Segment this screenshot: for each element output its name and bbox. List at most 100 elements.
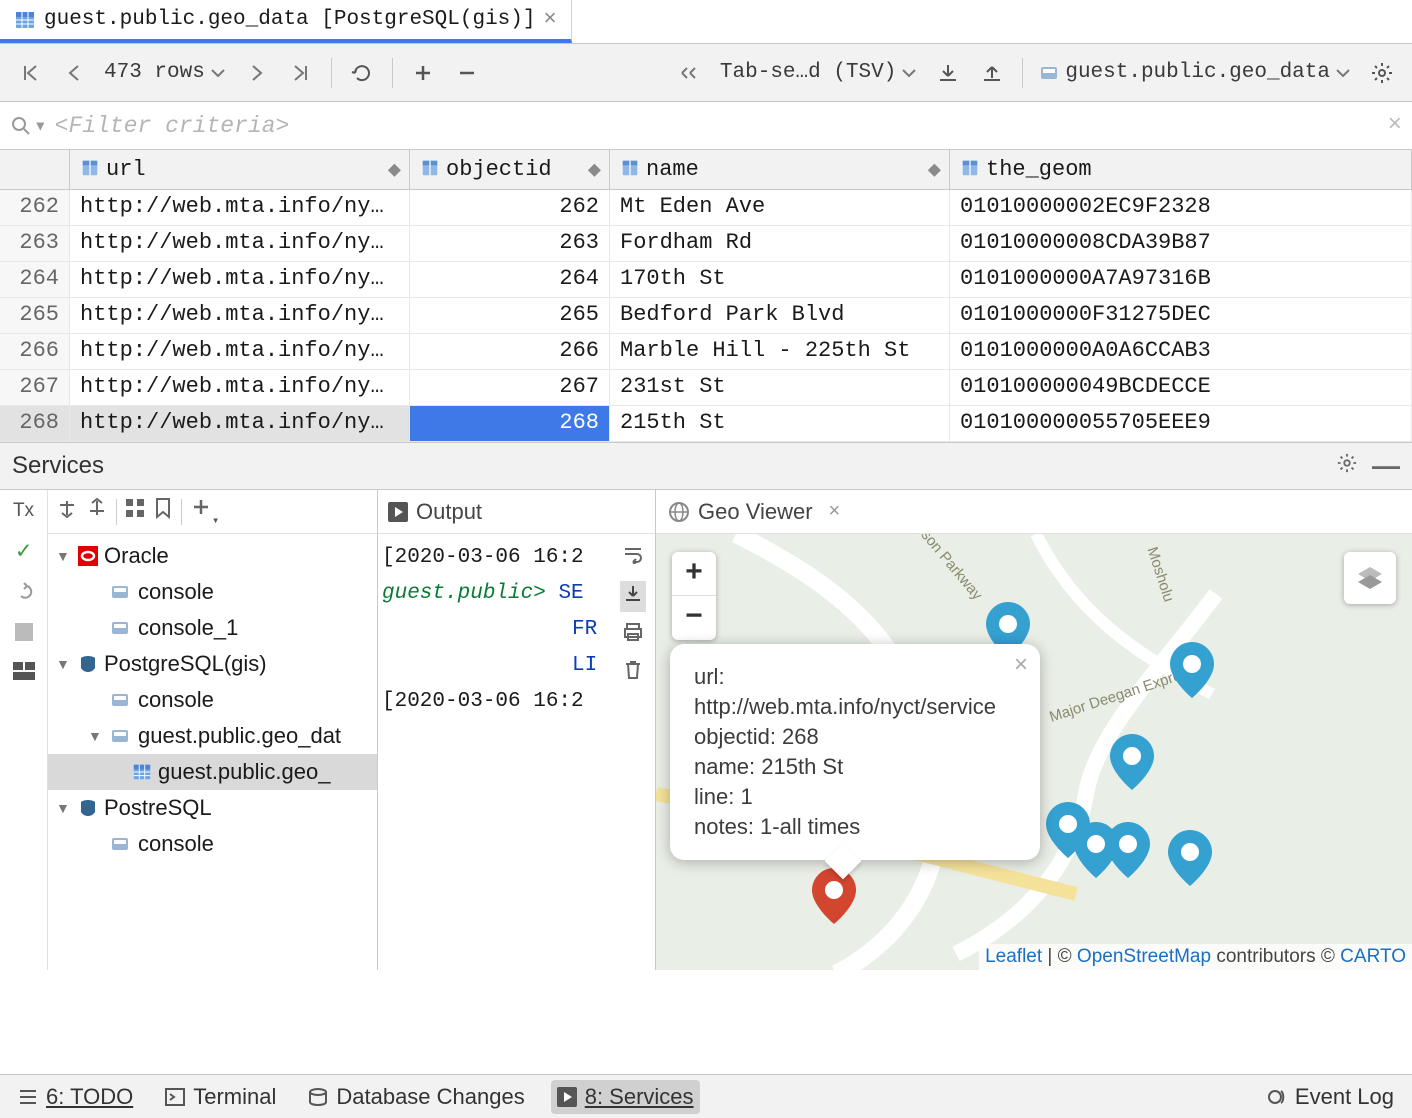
zoom-in-button[interactable]: + [672, 552, 716, 596]
bookmark-icon[interactable] [153, 497, 173, 526]
collapse-all-icon[interactable] [86, 497, 108, 526]
cell-name[interactable]: 215th St [610, 406, 950, 441]
cell-url[interactable]: http://web.mta.info/ny… [70, 370, 410, 405]
cell-url[interactable]: http://web.mta.info/ny… [70, 226, 410, 261]
cell-geom[interactable]: 010100000055705EEE9 [950, 406, 1412, 441]
row-number-header[interactable] [0, 150, 70, 189]
cell-geom[interactable]: 01010000008CDA39B87 [950, 226, 1412, 261]
print-icon[interactable] [622, 622, 644, 649]
table-row[interactable]: 266http://web.mta.info/ny…266Marble Hill… [0, 334, 1412, 370]
row-count-selector[interactable]: 473 rows [98, 61, 233, 84]
wrap-icon[interactable] [622, 544, 644, 571]
cell-objectid[interactable]: 266 [410, 334, 610, 369]
tree-node-oracle-console[interactable]: console [48, 574, 377, 610]
stop-icon[interactable] [15, 623, 33, 648]
tree-node-geo-data-parent[interactable]: ▼guest.public.geo_dat [48, 718, 377, 754]
status-terminal[interactable]: Terminal [159, 1080, 282, 1114]
column-header-objectid[interactable]: objectid◆ [410, 150, 610, 189]
rollback-icon[interactable] [13, 580, 35, 609]
table-row[interactable]: 262http://web.mta.info/ny…262Mt Eden Ave… [0, 190, 1412, 226]
remove-row-button[interactable] [447, 53, 487, 93]
map-viewport[interactable]: Hudson Parkway Major Deegan Expressw Mos… [656, 534, 1412, 970]
leaflet-link[interactable]: Leaflet [985, 946, 1042, 967]
cell-geom[interactable]: 010100000049BCDECCE [950, 370, 1412, 405]
cell-geom[interactable]: 0101000000A0A6CCAB3 [950, 334, 1412, 369]
reload-button[interactable] [342, 53, 382, 93]
add-icon[interactable]: ▾ [190, 496, 219, 528]
datasource-selector[interactable]: guest.public.geo_data [1033, 61, 1358, 84]
table-row[interactable]: 268http://web.mta.info/ny…268215th St010… [0, 406, 1412, 442]
tree-node-postgresql-gis[interactable]: ▼PostgreSQL(gis) [48, 646, 377, 682]
tree-node-pg-console[interactable]: console [48, 682, 377, 718]
status-database-changes[interactable]: Database Changes [302, 1080, 530, 1114]
status-services[interactable]: 8: Services [551, 1080, 700, 1114]
cell-objectid[interactable]: 262 [410, 190, 610, 225]
trash-icon[interactable] [623, 659, 643, 688]
cell-name[interactable]: 231st St [610, 370, 950, 405]
cell-name[interactable]: Mt Eden Ave [610, 190, 950, 225]
cell-geom[interactable]: 0101000000A7A97316B [950, 262, 1412, 297]
first-page-button[interactable] [10, 53, 50, 93]
upload-button[interactable] [972, 53, 1012, 93]
layers-button[interactable] [1344, 552, 1396, 604]
close-icon[interactable]: × [543, 7, 556, 32]
tx-icon[interactable]: Tx [13, 500, 34, 522]
cell-objectid[interactable]: 268 [410, 406, 610, 441]
scroll-icon[interactable] [620, 581, 646, 612]
cell-name[interactable]: Marble Hill - 225th St [610, 334, 950, 369]
services-settings-icon[interactable] [1336, 452, 1358, 481]
tree-node-pg2-console[interactable]: console [48, 826, 377, 862]
geo-viewer-tab[interactable]: Geo Viewer [698, 499, 813, 525]
output-console[interactable]: [2020-03-06 16:2 guest.public> SE FR LI … [378, 534, 611, 970]
tree-node-oracle[interactable]: ▼Oracle [48, 538, 377, 574]
popup-close-icon[interactable]: × [1014, 650, 1028, 680]
last-page-button[interactable] [281, 53, 321, 93]
table-row[interactable]: 265http://web.mta.info/ny…265Bedford Par… [0, 298, 1412, 334]
map-marker[interactable] [1106, 822, 1150, 866]
add-row-button[interactable] [403, 53, 443, 93]
column-header-name[interactable]: name◆ [610, 150, 950, 189]
map-marker[interactable] [1168, 830, 1212, 874]
close-geo-icon[interactable]: × [829, 500, 841, 523]
download-button[interactable] [928, 53, 968, 93]
cell-url[interactable]: http://web.mta.info/ny… [70, 262, 410, 297]
layout-icon[interactable] [13, 662, 35, 687]
zoom-out-button[interactable]: − [672, 596, 716, 640]
tree-node-postresql[interactable]: ▼PostreSQL [48, 790, 377, 826]
cell-name[interactable]: Fordham Rd [610, 226, 950, 261]
osm-link[interactable]: OpenStreetMap [1077, 946, 1211, 967]
table-row[interactable]: 263http://web.mta.info/ny…263Fordham Rd0… [0, 226, 1412, 262]
table-row[interactable]: 267http://web.mta.info/ny…267231st St010… [0, 370, 1412, 406]
output-tab[interactable]: Output [378, 490, 655, 534]
map-marker[interactable] [986, 602, 1030, 646]
export-format-selector[interactable]: Tab-se…d (TSV) [714, 61, 924, 84]
map-marker-selected[interactable] [812, 868, 856, 912]
status-todo[interactable]: 6: TODO [12, 1080, 139, 1114]
cell-geom[interactable]: 0101000000F31275DEC [950, 298, 1412, 333]
clear-filter-icon[interactable]: × [1388, 112, 1402, 139]
tree-node-oracle-console1[interactable]: console_1 [48, 610, 377, 646]
cell-objectid[interactable]: 265 [410, 298, 610, 333]
cell-name[interactable]: 170th St [610, 262, 950, 297]
next-page-button[interactable] [237, 53, 277, 93]
map-marker[interactable] [1110, 734, 1154, 778]
tree-node-geo-data-leaf[interactable]: guest.public.geo_ [48, 754, 377, 790]
cell-objectid[interactable]: 263 [410, 226, 610, 261]
map-marker[interactable] [1170, 642, 1214, 686]
cell-objectid[interactable]: 264 [410, 262, 610, 297]
column-header-geom[interactable]: the_geom [950, 150, 1412, 189]
cell-url[interactable]: http://web.mta.info/ny… [70, 190, 410, 225]
filter-input[interactable] [55, 113, 1380, 139]
cell-name[interactable]: Bedford Park Blvd [610, 298, 950, 333]
carto-link[interactable]: CARTO [1340, 946, 1406, 967]
cell-objectid[interactable]: 267 [410, 370, 610, 405]
cell-url[interactable]: http://web.mta.info/ny… [70, 406, 410, 441]
cell-url[interactable]: http://web.mta.info/ny… [70, 334, 410, 369]
table-row[interactable]: 264http://web.mta.info/ny…264170th St010… [0, 262, 1412, 298]
grid-icon[interactable] [125, 498, 145, 525]
commit-icon[interactable]: ✓ [16, 536, 30, 566]
expand-all-icon[interactable] [56, 497, 78, 526]
prev-page-button[interactable] [54, 53, 94, 93]
cell-url[interactable]: http://web.mta.info/ny… [70, 298, 410, 333]
cell-geom[interactable]: 01010000002EC9F2328 [950, 190, 1412, 225]
